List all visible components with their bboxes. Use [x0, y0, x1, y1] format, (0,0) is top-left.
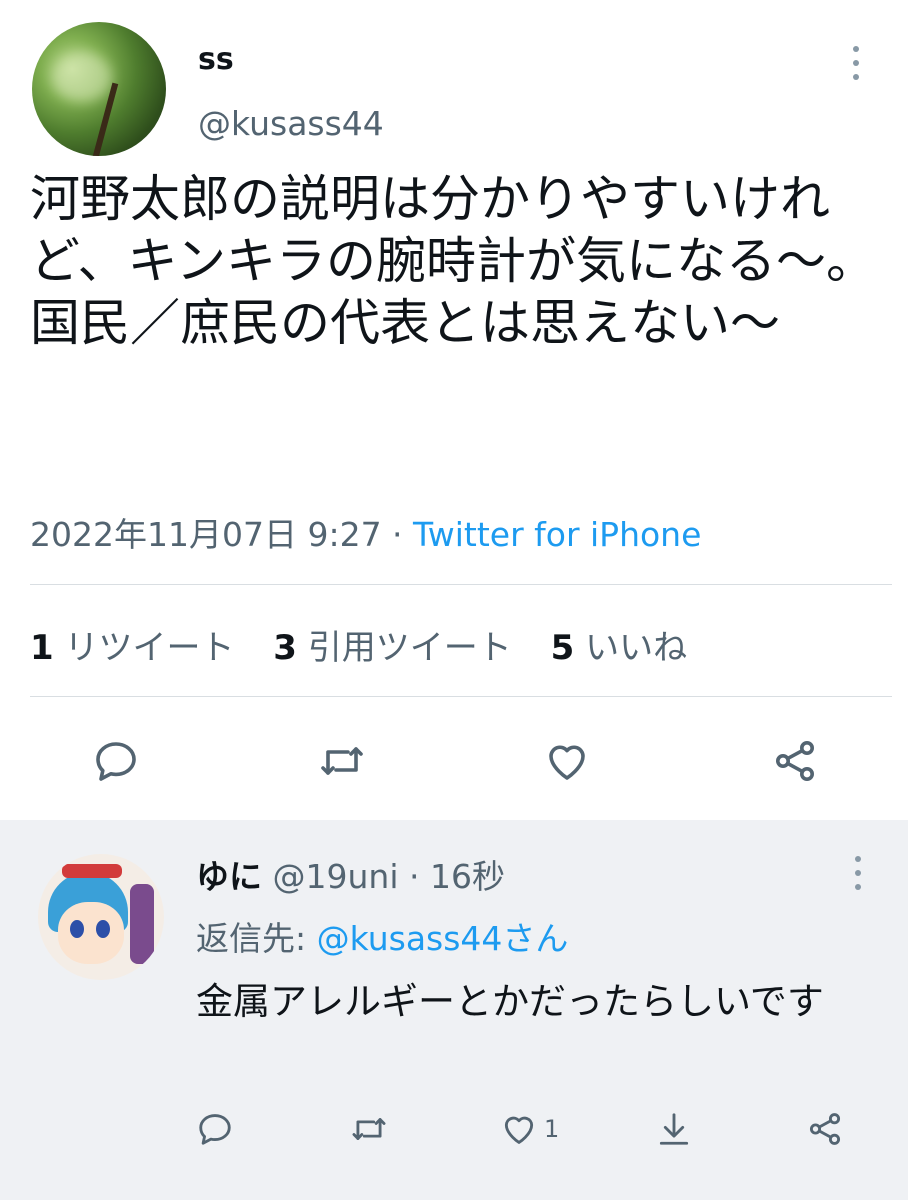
share-button[interactable] [806, 1110, 844, 1150]
tweet-text: 河野太郎の説明は分かりやすいけれど、キンキラの腕時計が気になる〜。国民／庶民の代… [30, 170, 876, 352]
reply-icon [96, 742, 136, 781]
tweet-source-link[interactable]: Twitter for iPhone [413, 515, 701, 554]
tweet-stats: 1 リツイート 3 引用ツイート 5 いいね [30, 620, 715, 669]
share-icon [776, 741, 814, 781]
reply-button[interactable] [196, 1110, 234, 1150]
quote-tweet-stat-label: 引用ツイート [307, 628, 512, 668]
quote-tweet-count: 3 [273, 628, 297, 668]
more-icon[interactable] [850, 856, 866, 892]
reply-button[interactable] [92, 737, 140, 785]
tweet-text: 金属アレルギーとかだったらしいです [196, 980, 824, 1023]
retweet-icon [321, 747, 363, 775]
like-button[interactable]: 1 [500, 1110, 559, 1150]
reply-to-prefix: 返信先: [196, 919, 317, 958]
main-tweet: ss @kusass44 河野太郎の説明は分かりやすいけれど、キンキラの腕時計が… [0, 0, 908, 820]
meta-separator: · [381, 515, 414, 554]
user-handle[interactable]: @kusass44 [198, 104, 384, 143]
retweet-button[interactable] [318, 737, 366, 785]
like-icon [504, 1116, 534, 1144]
like-button[interactable] [543, 737, 591, 785]
like-stat-label: いいね [585, 628, 688, 668]
like-count: 1 [544, 1115, 560, 1143]
retweet-count: 1 [30, 628, 54, 668]
retweet-button[interactable] [350, 1110, 388, 1150]
tweet-time[interactable]: 16秒 [430, 857, 505, 896]
display-name[interactable]: ss [198, 42, 234, 77]
tweet-timestamp[interactable]: 2022年11月07日 9:27 [30, 515, 382, 554]
tweet-meta: 2022年11月07日 9:27 · Twitter for iPhone [30, 508, 701, 556]
share-icon [809, 1113, 841, 1145]
avatar[interactable] [32, 22, 166, 156]
divider [30, 584, 892, 585]
reply-header: ゆに @19uni · 16秒 [196, 850, 505, 898]
reply-to-mention[interactable]: @kusass44さん [317, 919, 569, 958]
display-name[interactable]: ゆに [196, 857, 262, 896]
retweet-stat-label: リツイート [64, 628, 235, 668]
like-icon [549, 745, 585, 780]
time-separator: · [398, 857, 430, 896]
divider [30, 696, 892, 697]
quote-tweet-stat[interactable]: 3 引用ツイート [273, 628, 511, 668]
avatar[interactable] [38, 854, 164, 980]
user-handle[interactable]: @19uni [273, 857, 399, 896]
retweet-stat[interactable]: 1 リツイート [30, 628, 234, 668]
reply-tweet[interactable]: ゆに @19uni · 16秒 返信先: @kusass44さん 金属アレルギー… [0, 820, 908, 1200]
download-button[interactable] [655, 1110, 693, 1150]
more-icon[interactable] [848, 46, 864, 82]
like-count: 5 [550, 628, 575, 668]
reply-to-line: 返信先: @kusass44さん [196, 912, 568, 960]
download-icon [659, 1113, 689, 1145]
like-stat[interactable]: 5 いいね [551, 628, 687, 668]
reply-icon [199, 1114, 231, 1145]
share-button[interactable] [771, 737, 819, 785]
retweet-icon [352, 1118, 386, 1140]
